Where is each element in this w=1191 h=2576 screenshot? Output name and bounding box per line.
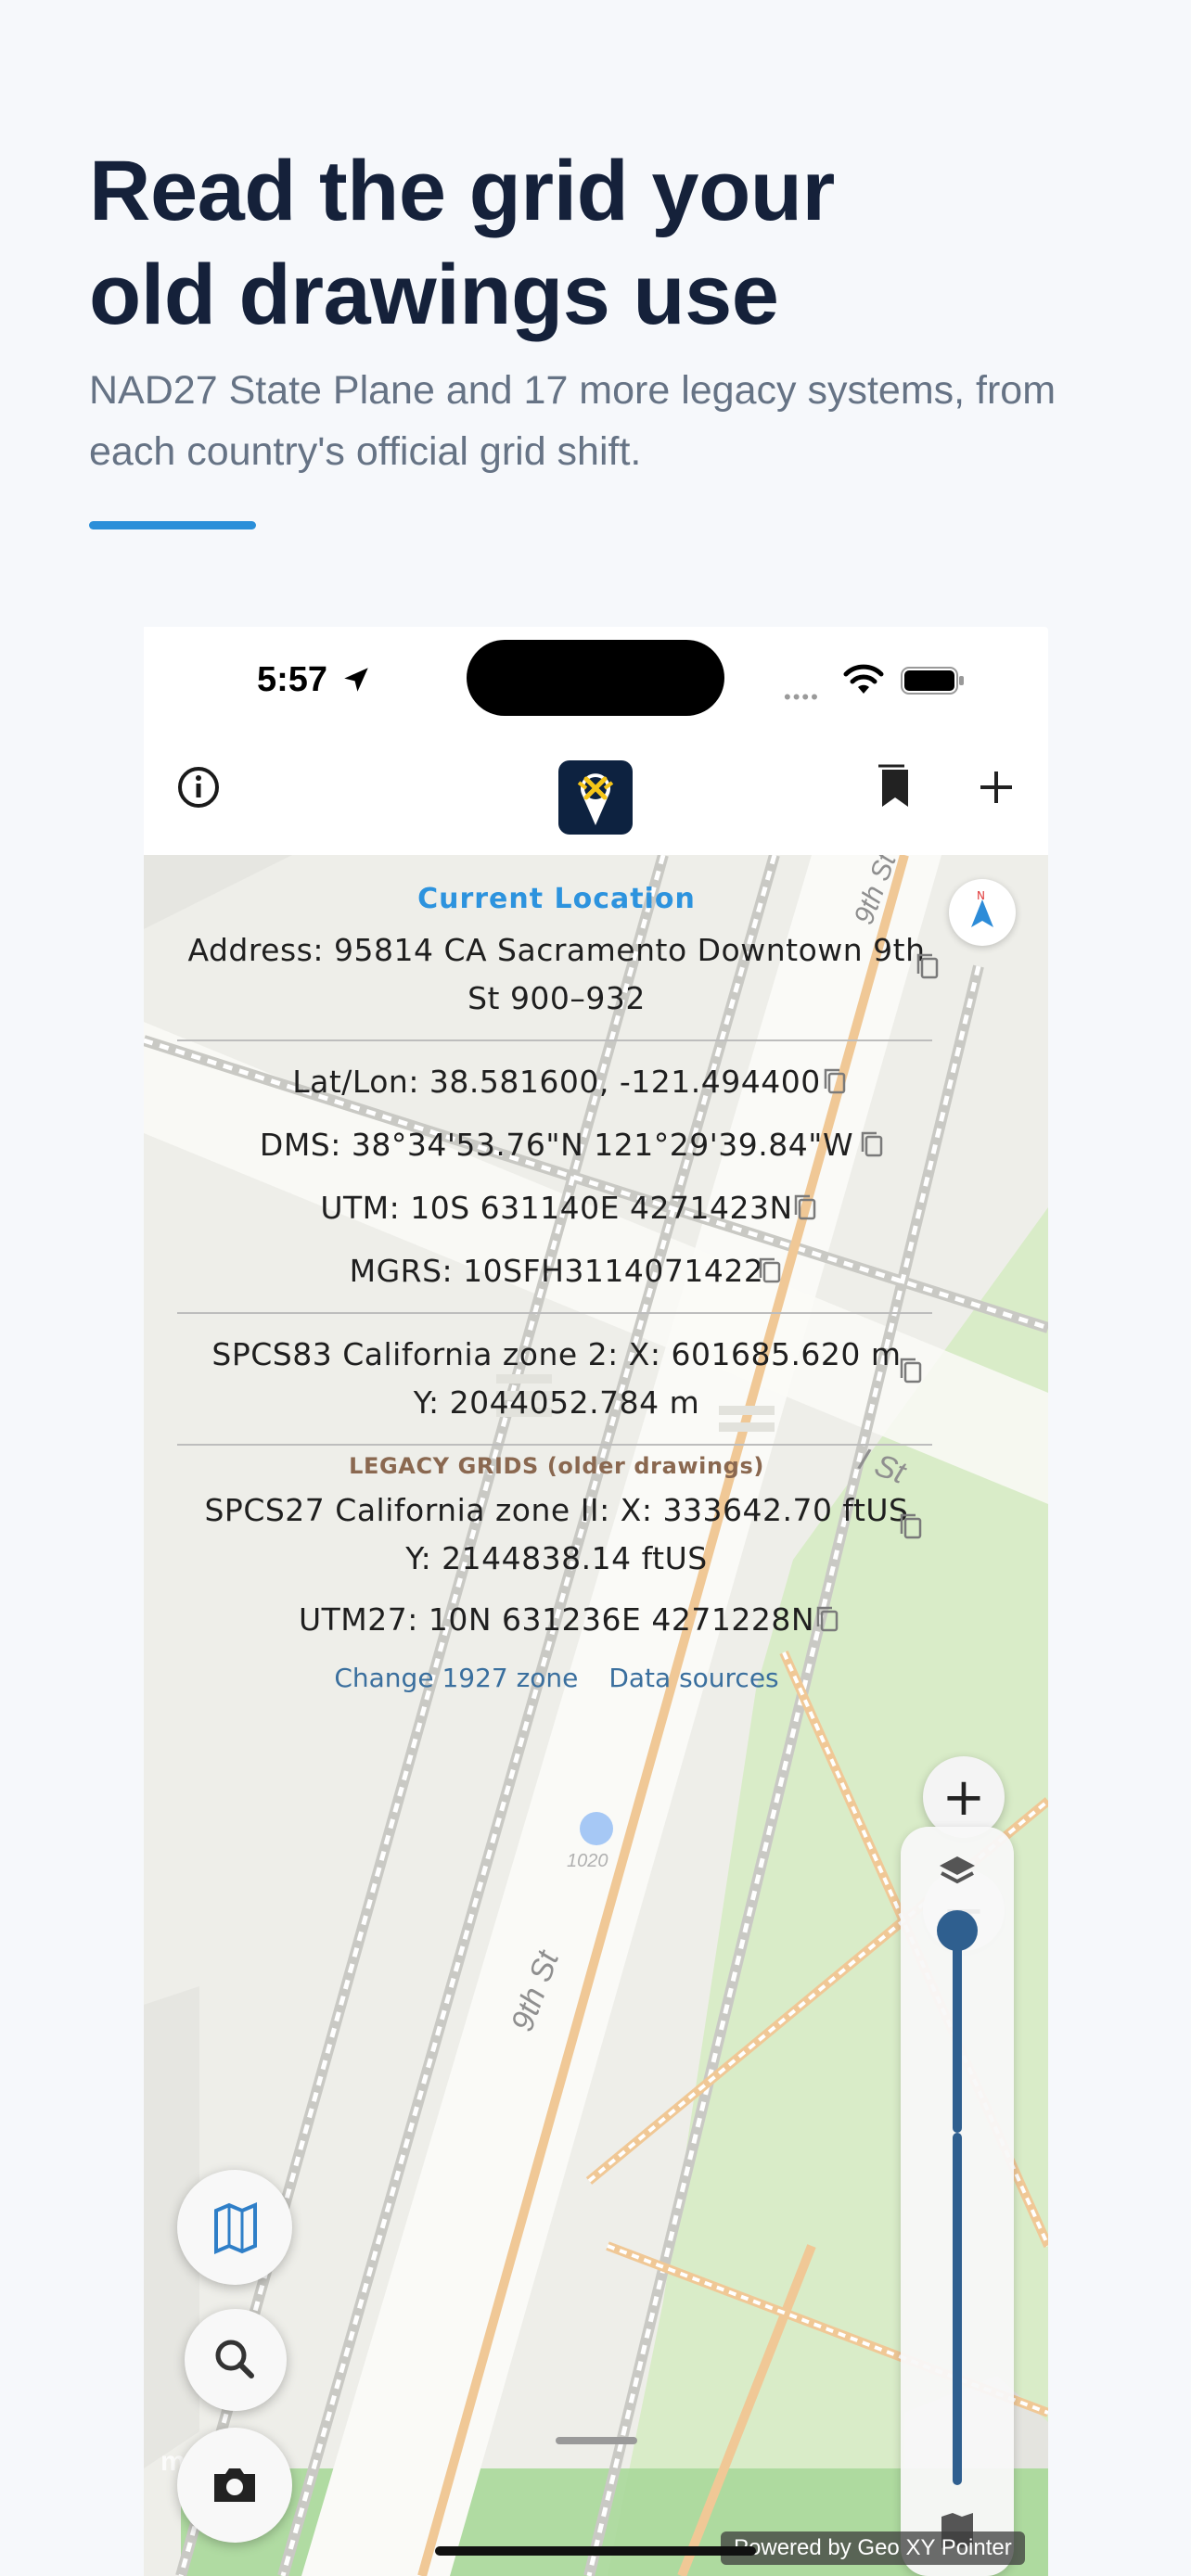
spcs83-text: SPCS83 California zone 2: X: 601685.620 … [211,1336,902,1421]
address-text: Address: 95814 CA Sacramento Downtown 9t… [187,932,926,1016]
address-row: Address: 95814 CA Sacramento Downtown 9t… [144,926,969,1023]
copy-icon[interactable] [813,1603,841,1635]
zoom-in-button[interactable]: + [923,1756,1005,1838]
utm27-text: UTM27: 10N 631236E 4271228N [298,1601,815,1638]
separator [177,1039,932,1041]
signal-dots: •••• [784,685,820,708]
app-logo-icon [558,760,633,835]
search-button[interactable] [185,2309,287,2411]
camera-icon [214,2468,255,2502]
coordinates-panel: Current Location Address: 95814 CA Sacra… [144,883,969,1693]
accent-bar [89,521,256,529]
spcs83-row: SPCS83 California zone 2: X: 601685.620 … [144,1331,969,1427]
spcs27-row: SPCS27 California zone II: X: 333642.70 … [144,1486,969,1583]
zoom-slider-track[interactable] [953,1929,962,2133]
status-time: 5:57 [257,660,328,699]
layers-icon[interactable] [901,1836,1014,1910]
map-style-button[interactable] [177,2170,292,2285]
promo-headline: Read the grid your old drawings use [89,139,1109,347]
map-icon [214,2201,257,2255]
mgrs-text: MGRS: 10SFH3114071422 [349,1253,764,1289]
dms-text: DMS: 38°34'53.76"N 121°29'39.84"W [259,1127,854,1163]
dms-row: DMS: 38°34'53.76"N 121°29'39.84"W [144,1121,969,1169]
battery-icon [901,667,964,695]
home-indicator [435,2546,756,2556]
legacy-grids-title: LEGACY GRIDS (older drawings) [349,1453,764,1479]
zoom-slider-thumb[interactable] [937,1910,978,1951]
map-view[interactable]: 9th St I St 9th St 1020 N Current Locati… [144,855,1048,2576]
copy-icon[interactable] [897,1511,925,1542]
wifi-icon [843,664,884,694]
info-icon[interactable] [175,764,222,810]
powered-by-label: Powered by Geo XY Pointer [721,2531,1025,2565]
separator [177,1312,932,1314]
copy-icon[interactable] [791,1192,819,1223]
zoom-slider-card [901,1827,1014,2576]
utm-text: UTM: 10S 631140E 4271423N [320,1190,793,1226]
phone-screen: 5:57 •••• 9th St I St 9th St 1020 N Curr… [144,627,1048,2576]
dynamic-island [467,640,724,716]
promo-header: Read the grid your old drawings use NAD2… [89,139,1109,482]
location-arrow-icon [344,668,368,692]
copy-icon[interactable] [756,1255,784,1286]
latlon-text: Lat/Lon: 38.581600, -121.494400 [292,1064,821,1100]
top-nav [144,729,1048,855]
promo-subtitle: NAD27 State Plane and 17 more legacy sys… [89,368,1057,474]
latlon-row: Lat/Lon: 38.581600, -121.494400 [144,1058,969,1106]
current-location-title: Current Location [417,883,696,915]
search-icon [215,2340,254,2378]
change-zone-link[interactable]: Change 1927 zone [334,1663,578,1693]
svg-text:N: N [977,889,985,902]
copy-icon[interactable] [821,1065,849,1097]
utm-row: UTM: 10S 631140E 4271423N [144,1184,969,1232]
address-number-label: 1020 [567,1851,608,1871]
copy-icon[interactable] [897,1355,925,1386]
zoom-slider-rail [953,2133,962,2485]
bookmarks-icon[interactable] [871,762,917,812]
utm27-row: UTM27: 10N 631236E 4271228N [144,1596,969,1644]
headline-line-1: Read the grid your [89,144,835,238]
sheet-handle[interactable] [556,2437,637,2444]
copy-icon[interactable] [914,950,941,982]
camera-button[interactable] [177,2428,292,2543]
copy-icon[interactable] [858,1129,886,1160]
add-icon[interactable] [977,768,1016,807]
mgrs-row: MGRS: 10SFH3114071422 [144,1247,969,1295]
headline-line-2: old drawings use [89,248,779,342]
separator [177,1444,932,1446]
panel-links: Change 1927 zone Data sources [144,1663,969,1693]
data-sources-link[interactable]: Data sources [608,1663,778,1693]
spcs27-text: SPCS27 California zone II: X: 333642.70 … [204,1492,909,1576]
status-bar: 5:57 •••• [144,627,1048,729]
